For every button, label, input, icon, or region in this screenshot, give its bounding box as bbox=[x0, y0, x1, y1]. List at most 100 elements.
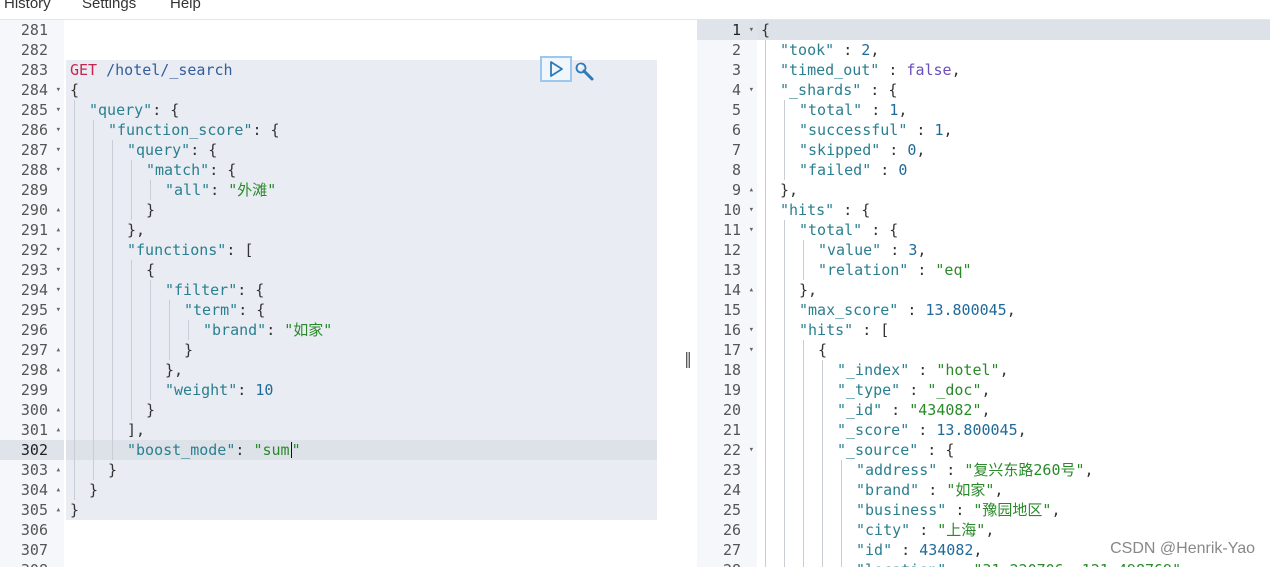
code-token: 13.800045 bbox=[925, 301, 1007, 319]
code-line: } bbox=[89, 480, 98, 500]
code-token: , bbox=[916, 141, 926, 159]
response-viewer[interactable]: 1 ▾ 2 3 4 ▾ 5 6 7 8 9 ▴ 10 ▾ 11 ▾ 12 13 14 ▴ 15 16 ▾ 17 ▾ 18 19 20 2… bbox=[697, 20, 1270, 567]
indent-guide bbox=[784, 100, 785, 180]
code-token: "value" bbox=[818, 241, 882, 259]
line-number-text: 4 bbox=[731, 81, 741, 99]
code-token: : { bbox=[209, 161, 237, 179]
line-number-text: 14 bbox=[722, 281, 741, 299]
code-line: } bbox=[184, 340, 193, 360]
code-token: ], bbox=[127, 421, 146, 439]
fold-collapse-icon[interactable]: ▾ bbox=[56, 80, 61, 100]
code-token: }, bbox=[799, 281, 818, 299]
fold-expand-icon[interactable]: ▴ bbox=[56, 220, 61, 240]
code-token: , bbox=[1006, 301, 1016, 319]
fold-expand-icon[interactable]: ▴ bbox=[56, 420, 61, 440]
code-token: } bbox=[146, 201, 156, 219]
fold-expand-icon[interactable]: ▴ bbox=[56, 200, 61, 220]
line-number: 305 ▴ bbox=[0, 500, 64, 520]
run-request-button[interactable] bbox=[540, 56, 572, 82]
code-token: "brand" bbox=[203, 321, 267, 339]
line-number-text: 16 bbox=[722, 321, 741, 339]
fold-collapse-icon[interactable]: ▾ bbox=[56, 240, 61, 260]
code-token: : bbox=[898, 301, 926, 319]
response-code-area[interactable]: {"took" : 2, "timed_out" : false, "_shards… bbox=[757, 20, 1270, 567]
code-token: : bbox=[946, 561, 973, 567]
line-number: 288 ▾ bbox=[0, 160, 64, 180]
request-settings-button[interactable] bbox=[574, 61, 596, 83]
code-token: : bbox=[862, 101, 890, 119]
code-token: "31.220706, 121.498769" bbox=[973, 561, 1181, 567]
code-line: { bbox=[761, 20, 770, 40]
indent-guide bbox=[803, 340, 804, 567]
code-line: "brand" : "如家", bbox=[856, 480, 1003, 500]
code-line: "total" : { bbox=[799, 220, 898, 240]
line-number-text: 7 bbox=[731, 141, 741, 159]
code-token: : bbox=[900, 381, 928, 399]
line-number: 4 ▾ bbox=[697, 80, 757, 100]
fold-expand-icon[interactable]: ▴ bbox=[56, 400, 61, 420]
fold-collapse-icon[interactable]: ▾ bbox=[56, 120, 61, 140]
line-number: 26 bbox=[697, 520, 757, 540]
fold-expand-icon[interactable]: ▴ bbox=[56, 480, 61, 500]
fold-collapse-icon[interactable]: ▾ bbox=[749, 320, 754, 340]
line-number-text: 26 bbox=[722, 521, 741, 539]
code-token: : { bbox=[190, 141, 218, 159]
fold-collapse-icon[interactable]: ▾ bbox=[56, 260, 61, 280]
code-token: 13.800045 bbox=[936, 421, 1018, 439]
fold-collapse-icon[interactable]: ▾ bbox=[56, 140, 61, 160]
fold-expand-icon[interactable]: ▴ bbox=[56, 460, 61, 480]
fold-expand-icon[interactable]: ▴ bbox=[749, 280, 754, 300]
line-number-text: 293 bbox=[20, 261, 48, 279]
line-number-text: 23 bbox=[722, 461, 741, 479]
code-token: "eq" bbox=[935, 261, 972, 279]
code-token: "_shards" bbox=[780, 81, 862, 99]
fold-expand-icon[interactable]: ▴ bbox=[749, 180, 754, 200]
line-number-text: 27 bbox=[722, 541, 741, 559]
code-token: "brand" bbox=[856, 481, 920, 499]
fold-expand-icon[interactable]: ▴ bbox=[56, 360, 61, 380]
fold-collapse-icon[interactable]: ▾ bbox=[749, 340, 754, 360]
fold-expand-icon[interactable]: ▴ bbox=[56, 500, 61, 520]
fold-collapse-icon[interactable]: ▾ bbox=[749, 80, 754, 100]
code-token: , bbox=[973, 541, 983, 559]
indent-guide bbox=[188, 320, 189, 340]
line-number-text: 296 bbox=[20, 321, 48, 339]
code-line: "query": { bbox=[89, 100, 179, 120]
code-line: "_score" : 13.800045, bbox=[837, 420, 1027, 440]
fold-collapse-icon[interactable]: ▾ bbox=[749, 440, 754, 460]
fold-collapse-icon[interactable]: ▾ bbox=[749, 20, 754, 40]
fold-collapse-icon[interactable]: ▾ bbox=[749, 220, 754, 240]
fold-collapse-icon[interactable]: ▾ bbox=[56, 100, 61, 120]
code-line: "skipped" : 0, bbox=[799, 140, 925, 160]
code-token: "total" bbox=[799, 221, 863, 239]
indent-guide bbox=[74, 100, 75, 500]
code-token: : bbox=[879, 61, 907, 79]
code-token: { bbox=[70, 81, 80, 99]
fold-collapse-icon[interactable]: ▾ bbox=[56, 300, 61, 320]
fold-collapse-icon[interactable]: ▾ bbox=[56, 280, 61, 300]
fold-expand-icon[interactable]: ▴ bbox=[56, 340, 61, 360]
menu-history[interactable]: History bbox=[4, 0, 51, 14]
fold-collapse-icon[interactable]: ▾ bbox=[56, 160, 61, 180]
code-line: "failed" : 0 bbox=[799, 160, 907, 180]
code-line: } bbox=[146, 200, 155, 220]
menu-settings[interactable]: Settings bbox=[82, 0, 136, 14]
code-token: "hotel" bbox=[936, 361, 1000, 379]
code-token: : bbox=[907, 121, 935, 139]
request-editor[interactable]: 281 282 283 284 ▾ 285 ▾ 286 ▾ 287 ▾ 288 ▾ 289 290 ▴ 291 ▴… bbox=[0, 20, 678, 567]
line-number: 283 bbox=[0, 60, 64, 80]
request-code-area[interactable]: GET /hotel/_search{"query": {"function_s… bbox=[64, 20, 678, 567]
line-number-text: 288 bbox=[20, 161, 48, 179]
menu-help[interactable]: Help bbox=[170, 0, 201, 14]
fold-collapse-icon[interactable]: ▾ bbox=[749, 200, 754, 220]
line-number: 287 ▾ bbox=[0, 140, 64, 160]
line-number: 286 ▾ bbox=[0, 120, 64, 140]
line-number-text: 291 bbox=[20, 221, 48, 239]
line-number: 292 ▾ bbox=[0, 240, 64, 260]
line-number: 308 bbox=[0, 560, 64, 567]
code-line: "successful" : 1, bbox=[799, 120, 953, 140]
code-token: }, bbox=[165, 361, 184, 379]
pane-resizer[interactable]: ‖ bbox=[678, 20, 697, 567]
code-token: "successful" bbox=[799, 121, 908, 139]
line-number: 297 ▴ bbox=[0, 340, 64, 360]
